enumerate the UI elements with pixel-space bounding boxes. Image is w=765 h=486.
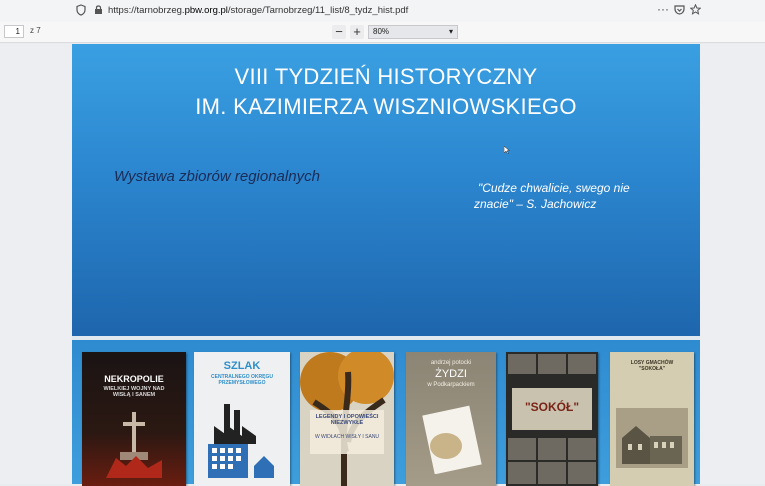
book-covers-strip: NEKROPOLIE WIELKIEJ WOJNY NAD WISŁĄ I SA… (72, 340, 700, 486)
page-actions-menu-icon[interactable]: ··· (657, 2, 669, 16)
chevron-down-icon: ▾ (448, 27, 453, 36)
book-cover-legendy: LEGENDY I OPOWIEŚCI NIEZWYKŁE W WIDŁACH … (300, 352, 394, 486)
slide-title-line1: VIII TYDZIEŃ HISTORYCZNY (234, 64, 538, 89)
book-title: ŻYDZI (435, 368, 467, 380)
book-subtitle: WIELKIEJ WOJNY NAD WISŁĄ I SANEM (103, 386, 165, 398)
photo-collage-icon (508, 354, 596, 484)
book-subtitle: w Podkarpackiem (427, 382, 475, 388)
lock-icon[interactable] (94, 4, 103, 19)
building-illustration-icon (616, 408, 688, 468)
book-title: NEKROPOLIE (104, 374, 164, 384)
stone-on-paper-icon (422, 405, 482, 474)
cross-monument-icon (106, 412, 162, 478)
slide-subtitle: Wystawa zbiorów regionalnych (114, 168, 320, 185)
book-subtitle: W WIDŁACH WISŁY I SANU (314, 434, 380, 440)
slide-header: VIII TYDZIEŃ HISTORYCZNY IM. KAZIMIERZA … (72, 44, 700, 336)
book-cover-zydzi: andrzej potocki ŻYDZI w Podkarpackiem (406, 352, 496, 486)
book-title: SZLAK (223, 360, 261, 372)
zoom-value: 80% (373, 27, 390, 36)
url-field[interactable]: https://tarnobrzeg.pbw.org.pl/storage/Ta… (108, 4, 408, 18)
quote-line2: znacie" – S. Jachowicz (474, 197, 597, 211)
mouse-cursor-icon (504, 146, 510, 154)
shield-icon[interactable] (76, 4, 86, 20)
zoom-out-button[interactable]: − (332, 25, 346, 39)
zoom-in-button[interactable]: + (350, 25, 364, 39)
book-title: LEGENDY I OPOWIEŚCI NIEZWYKŁE (315, 414, 379, 426)
url-path: /storage/Tarnobrzeg/11_list/8_tydz_hist.… (227, 5, 409, 16)
pdf-toolbar: 1 z 7 − + 80% ▾ (0, 22, 765, 43)
factory-illustration-icon (208, 404, 274, 478)
book-cover-losy-gmachow: LOSY GMACHÓW "SOKOŁA" (610, 352, 694, 486)
url-domain: pbw.org.pl (184, 5, 228, 16)
zoom-select[interactable]: 80% ▾ (368, 25, 458, 39)
book-title: LOSY GMACHÓW "SOKOŁA" (630, 360, 674, 372)
book-author: andrzej potocki (430, 360, 472, 366)
quote-line1: "Cudze chwalicie, swego nie (478, 181, 630, 195)
bookmark-star-icon[interactable] (689, 3, 702, 19)
book-cover-nekropolie: NEKROPOLIE WIELKIEJ WOJNY NAD WISŁĄ I SA… (82, 352, 186, 486)
page-total-label: z 7 (30, 26, 41, 35)
book-subtitle: CENTRALNEGO OKRĘGU PRZEMYSŁOWEGO (211, 374, 273, 386)
pocket-icon[interactable] (674, 4, 685, 19)
url-prefix: https://tarnobrzeg. (108, 5, 185, 16)
slide-title-line2: IM. KAZIMIERZA WISZNIOWSKIEGO (195, 94, 577, 119)
book-title: "SOKÓŁ" (524, 400, 580, 414)
book-cover-szlak: SZLAK CENTRALNEGO OKRĘGU PRZEMYSŁOWEGO (194, 352, 290, 486)
pdf-page: VIII TYDZIEŃ HISTORYCZNY IM. KAZIMIERZA … (72, 44, 700, 486)
viewer-background-right (700, 44, 765, 484)
page-number-input[interactable]: 1 (4, 25, 24, 38)
browser-address-bar: https://tarnobrzeg.pbw.org.pl/storage/Ta… (0, 0, 765, 23)
viewer-background-left (0, 44, 72, 484)
book-cover-sokol: "SOKÓŁ" (506, 352, 598, 486)
